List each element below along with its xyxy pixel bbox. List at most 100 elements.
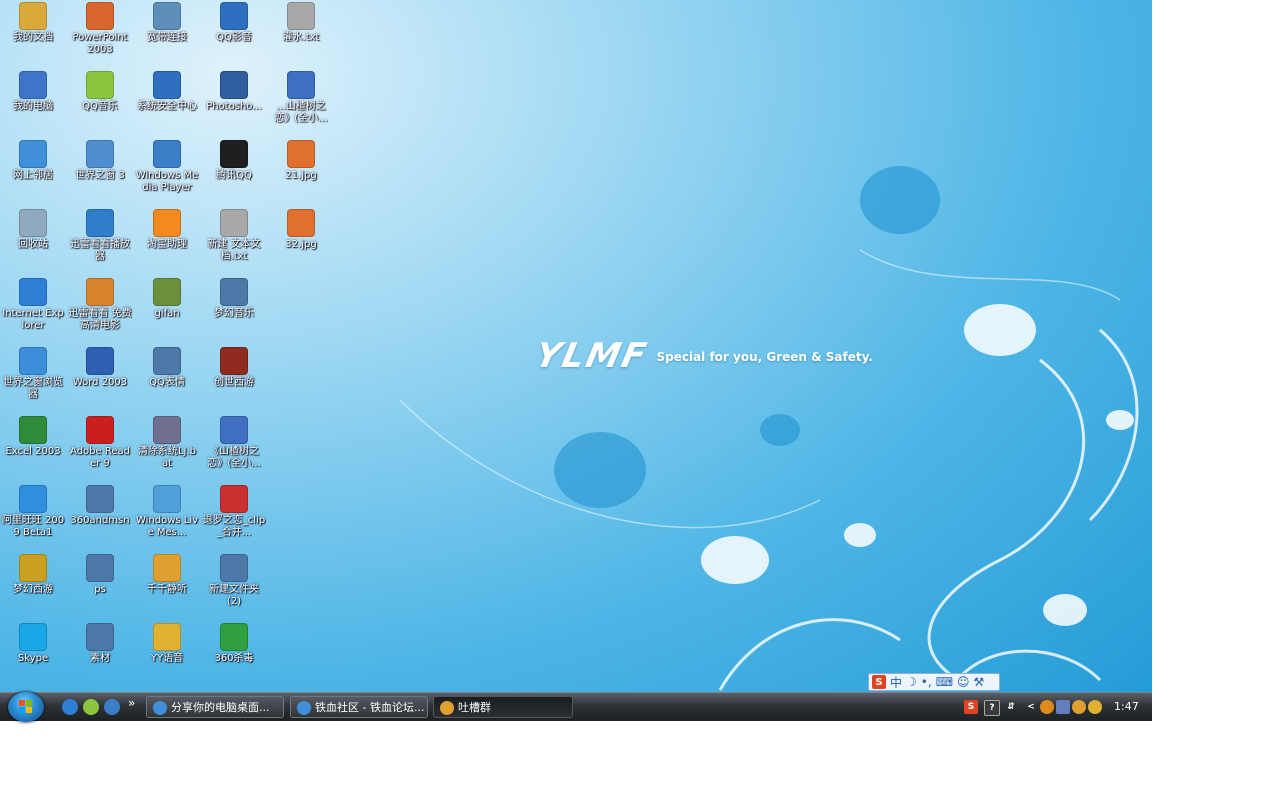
internet-explorer-icon[interactable] [62,699,78,715]
antivirus-360-icon [220,623,248,651]
desktop-icon-label: 宽带连接 [147,32,187,43]
taobao-assistant-icon [153,209,181,237]
taskbar-button[interactable]: 铁血社区 - 铁血论坛... [290,696,428,718]
powerpoint-icon [86,2,114,30]
desktop-icon[interactable]: 创世西游 [201,347,267,389]
desktop-icon-label: 素材 [90,653,110,664]
desktop-icon[interactable]: 梦幻西游 [0,554,66,596]
desktop-icon[interactable]: 《山楂树之恋》(全小... [201,416,267,470]
tray-expand-arrow[interactable]: < [1024,700,1038,714]
desktop-icon[interactable]: Word 2003 [67,347,133,389]
qq-player-icon [220,2,248,30]
desktop-icon[interactable]: 世界之窗 3 [67,140,133,182]
folder-shortcut-icon [86,623,114,651]
aliwangwang-tray-icon[interactable] [1040,700,1054,714]
desktop-icon[interactable]: 世界之窗浏览器 [0,347,66,401]
word-doc-icon [220,416,248,444]
desktop-icon[interactable]: 系统安全中心 [134,71,200,113]
desktop-icon[interactable]: Windows Live Mes... [134,485,200,539]
desktop-icon[interactable]: 新建文件夹 (2) [201,554,267,608]
qq-group-icon [440,701,454,715]
desktop-icon[interactable]: QQ表情 [134,347,200,389]
desktop-icon-label: 世界之窗浏览器 [3,377,63,400]
desktop-icon[interactable]: Photosho... [201,71,267,113]
desktop-icon-label: Word 2003 [72,377,128,388]
desktop-icon-label: 灌水.txt [282,32,320,43]
desktop-icon[interactable]: QQ音乐 [67,71,133,113]
desktop-icon[interactable]: Internet Explorer [0,278,66,332]
taskbar-button[interactable]: 分享你的电脑桌面... [146,696,284,718]
desktop-icon[interactable]: QQ影音 [201,2,267,44]
taskbar-button[interactable]: 吐槽群 [433,696,573,718]
desktop-icon-label: 32.jpg [285,239,317,250]
desktop-icon[interactable]: PowerPoint 2003 [67,2,133,56]
desktop-icon[interactable]: 淘宝助理 [134,209,200,251]
desktop-icon[interactable]: ...山楂树之恋》(全小... [268,71,334,125]
wrench-icon[interactable]: ⚒ [974,675,985,689]
desktop-icon[interactable]: 迅雷看看 免费高清电影 [67,278,133,332]
desktop-icon[interactable]: 我的文档 [0,2,66,44]
show-desktop-icon[interactable] [83,699,99,715]
live-messenger-icon [153,485,181,513]
keyboard-icon[interactable]: ⌨ [936,675,953,689]
desktop-icon[interactable]: 我的电脑 [0,71,66,113]
desktop-icon[interactable]: 网上邻居 [0,140,66,182]
user-icon[interactable]: ☺ [957,675,970,689]
desktop-icon-label: PowerPoint 2003 [72,32,128,55]
desktop-icon[interactable]: 梦幻音乐 [201,278,267,320]
desktop-icon[interactable]: 21.jpg [268,140,334,182]
desktop-icon[interactable]: Skype [0,623,66,665]
desktop-icon[interactable]: 迅雷看看播放器 [67,209,133,263]
desktop-icon[interactable]: Excel 2003 [0,416,66,458]
network-icon [19,140,47,168]
rmvb-video-icon [220,485,248,513]
ime-toolbar[interactable]: S 中 ☽ •, ⌨ ☺ ⚒ [868,673,1000,691]
network-tray-icon[interactable]: ⇵ [1004,700,1018,714]
ime-mode[interactable]: 中 [890,674,902,691]
desktop-icon[interactable]: 灌水.txt [268,2,334,44]
desktop-icon-label: ...山楂树之恋》(全小... [274,101,328,124]
ttplayer-tray-icon[interactable] [1072,700,1086,714]
desktop-icon[interactable]: 清除系统LJ.bat [134,416,200,470]
desktop-icon[interactable]: Adobe Reader 9 [67,416,133,470]
desktop-icon[interactable]: 新建 文本文档.txt [201,209,267,263]
desktop-icon[interactable]: 360andmsn [67,485,133,527]
recycle-bin-icon [19,209,47,237]
desktop-icon-label: 21.jpg [285,170,317,181]
qq-tray-icon[interactable] [1088,700,1102,714]
chuangshi-game-icon [220,347,248,375]
desktop-icon[interactable]: 回收站 [0,209,66,251]
start-button[interactable] [8,692,44,722]
messenger-tray-icon[interactable] [1056,700,1070,714]
wallpaper-brand: YLMF Special for you, Green & Safety. [532,336,873,376]
punctuation-icon[interactable]: •, [921,675,932,689]
desktop-icon[interactable]: ps [67,554,133,596]
desktop-icon[interactable]: 素材 [67,623,133,665]
sogou-tray-icon[interactable]: S [964,700,978,714]
excel-icon [19,416,47,444]
quick-launch-overflow-chevron[interactable]: » [128,696,135,710]
text-file-icon [287,2,315,30]
tray-clock[interactable]: 1:47 [1114,700,1139,713]
folder-shortcut-icon [220,554,248,582]
desktop-icon[interactable]: 32.jpg [268,209,334,251]
media-player-icon[interactable] [104,699,120,715]
half-moon-icon[interactable]: ☽ [906,675,917,689]
desktop-icon[interactable]: gifan [134,278,200,320]
desktop-icon[interactable]: YY语音 [134,623,200,665]
desktop-icon[interactable]: 腾讯QQ [201,140,267,182]
desktop[interactable]: YLMF Special for you, Green & Safety. 我的… [0,0,1152,720]
desktop-icon[interactable]: Windows Media Player [134,140,200,194]
desktop-icon[interactable]: 阿里旺旺 2009 Beta1 [0,485,66,539]
desktop-icon-label: ps [94,584,106,595]
aliwangwang-icon [19,485,47,513]
folder-shortcut-icon [153,347,181,375]
desktop-icon[interactable]: 宽带连接 [134,2,200,44]
desktop-icon[interactable]: 退罗之恋_clip_合并... [201,485,267,539]
sogou-ime-icon[interactable]: S [872,675,886,689]
desktop-icon[interactable]: 千千静听 [134,554,200,596]
help-tray-icon[interactable]: ? [984,700,1000,716]
broadband-connection-icon [153,2,181,30]
desktop-icon[interactable]: 360杀毒 [201,623,267,665]
desktop-icon-label: 新建文件夹 (2) [209,584,259,607]
